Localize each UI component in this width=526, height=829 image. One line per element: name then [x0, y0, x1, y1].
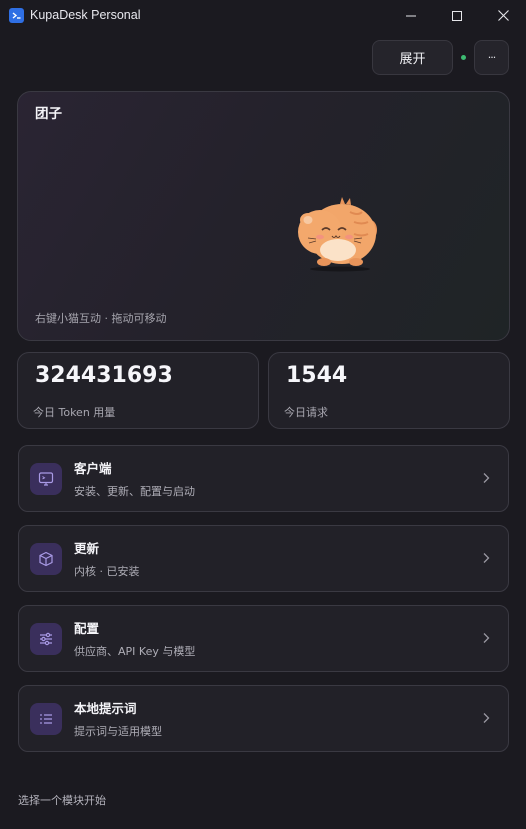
monitor-icon [30, 463, 62, 495]
module-title: 更新 [74, 541, 100, 556]
title-bar: KupaDesk Personal [0, 0, 526, 31]
module-description: 内核 · 已安装 [74, 565, 140, 578]
pet-panel[interactable]: 团子 右键小猫互动 · 拖动可移动 [17, 91, 510, 341]
chevron-right-icon [483, 633, 490, 643]
maximize-icon [452, 10, 462, 21]
request-count-card: 1544 今日请求 [268, 352, 510, 429]
module-config[interactable]: 配置 供应商、API Key 与模型 [18, 605, 509, 672]
module-update[interactable]: 更新 内核 · 已安装 [18, 525, 509, 592]
package-icon [30, 543, 62, 575]
chevron-right-icon [483, 713, 490, 723]
module-description: 提示词与适用模型 [74, 725, 162, 738]
more-options-button[interactable]: ··· [474, 40, 509, 75]
close-icon [497, 10, 509, 21]
app-logo-icon [9, 8, 24, 23]
request-count-label: 今日请求 [284, 406, 328, 419]
footer-hint: 选择一个模块开始 [18, 794, 106, 807]
status-indicator [461, 55, 466, 60]
module-client[interactable]: 客户端 安装、更新、配置与启动 [18, 445, 509, 512]
module-local-prompts[interactable]: 本地提示词 提示词与适用模型 [18, 685, 509, 752]
maximize-button[interactable] [434, 0, 480, 31]
hamster-cat-mascot[interactable] [280, 192, 380, 272]
minimize-icon [406, 15, 416, 16]
expand-button[interactable]: 展开 [372, 40, 453, 75]
token-usage-label: 今日 Token 用量 [33, 406, 116, 419]
module-title: 本地提示词 [74, 701, 137, 716]
window-title: KupaDesk Personal [30, 8, 141, 22]
token-usage-card: 324431693 今日 Token 用量 [17, 352, 259, 429]
chevron-right-icon [483, 473, 490, 483]
request-count-value: 1544 [286, 363, 348, 388]
module-description: 供应商、API Key 与模型 [74, 645, 196, 658]
chevron-right-icon [483, 553, 490, 563]
module-description: 安装、更新、配置与启动 [74, 485, 195, 498]
minimize-button[interactable] [388, 0, 434, 31]
list-icon [30, 703, 62, 735]
module-title: 客户端 [74, 461, 112, 476]
module-title: 配置 [74, 621, 100, 636]
token-usage-value: 324431693 [35, 363, 173, 388]
sliders-icon [30, 623, 62, 655]
pet-interaction-hint: 右键小猫互动 · 拖动可移动 [35, 312, 167, 325]
pet-name: 团子 [35, 106, 62, 122]
close-button[interactable] [480, 0, 526, 31]
